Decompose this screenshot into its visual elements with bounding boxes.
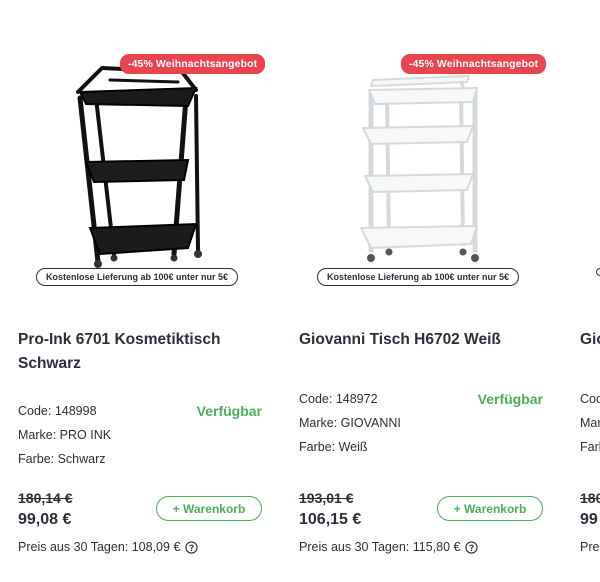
price-history-text: Pre [580,540,600,554]
old-price: 180,14 € [18,490,73,506]
product-code: Cod [580,392,600,406]
product-card[interactable]: -45% Weihnachtsangebot Kostenlose Liefer… [10,0,272,582]
price-history: Pre [580,540,599,554]
product-code: Code: 148972 [299,392,378,406]
promo-badge: -45% Weihnachtsangebot [401,54,547,74]
product-brand: Marke: PRO INK [18,428,112,442]
product-brand: Mar [580,416,600,430]
product-brand: Marke: GIOVANNI [299,416,401,430]
product-color: Farbe: Weiß [299,440,368,454]
add-to-cart-button[interactable]: + Warenkorb [156,496,262,521]
product-image[interactable] [291,40,553,270]
product-code: Code: 148998 [18,404,97,418]
question-circle-icon[interactable] [465,540,479,554]
product-media[interactable]: -45% Weihnachtsangebot Kostenlose Liefer… [10,40,272,300]
product-media[interactable] [572,40,600,300]
current-price: 99,08 € [18,511,72,528]
product-title[interactable]: Pro-Ink 6701 Kosmetiktisch Schwarz [18,328,258,376]
availability-status: Verfügbar [196,403,262,419]
current-price: 106,15 € [299,511,362,528]
availability-status: Verfügbar [477,391,543,407]
old-price: 193,01 € [299,490,354,506]
product-card[interactable]: Gio Cod Mar Farb 180 99 Pre [572,0,600,582]
current-price: 99 [580,511,598,528]
product-title[interactable]: Giovanni Tisch H6702 Weiß [299,328,539,352]
product-image[interactable] [10,40,272,270]
shipping-note: Kostenlose Lieferung ab 100€ unter nur 5… [317,268,520,286]
shipping-note: Kostenlose Lieferung ab 100€ unter nur 5… [36,268,239,286]
price-history-text: Preis aus 30 Tagen: 115,80 € [299,540,461,554]
price-history-text: Preis aus 30 Tagen: 108,09 € [18,540,181,554]
price-history: Preis aus 30 Tagen: 115,80 € [299,540,479,554]
old-price: 180 [580,490,600,506]
product-color: Farb [580,440,600,454]
shipping-note [596,268,600,276]
add-to-cart-button[interactable]: + Warenkorb [437,496,543,521]
promo-badge: -45% Weihnachtsangebot [120,54,266,74]
product-title[interactable]: Gio [580,328,600,352]
product-media[interactable]: -45% Weihnachtsangebot Kostenlose Liefer… [291,40,553,300]
question-circle-icon[interactable] [185,540,199,554]
product-color: Farbe: Schwarz [18,452,106,466]
product-card[interactable]: -45% Weihnachtsangebot Kostenlose Liefer… [291,0,553,582]
price-history: Preis aus 30 Tagen: 108,09 € [18,540,199,554]
